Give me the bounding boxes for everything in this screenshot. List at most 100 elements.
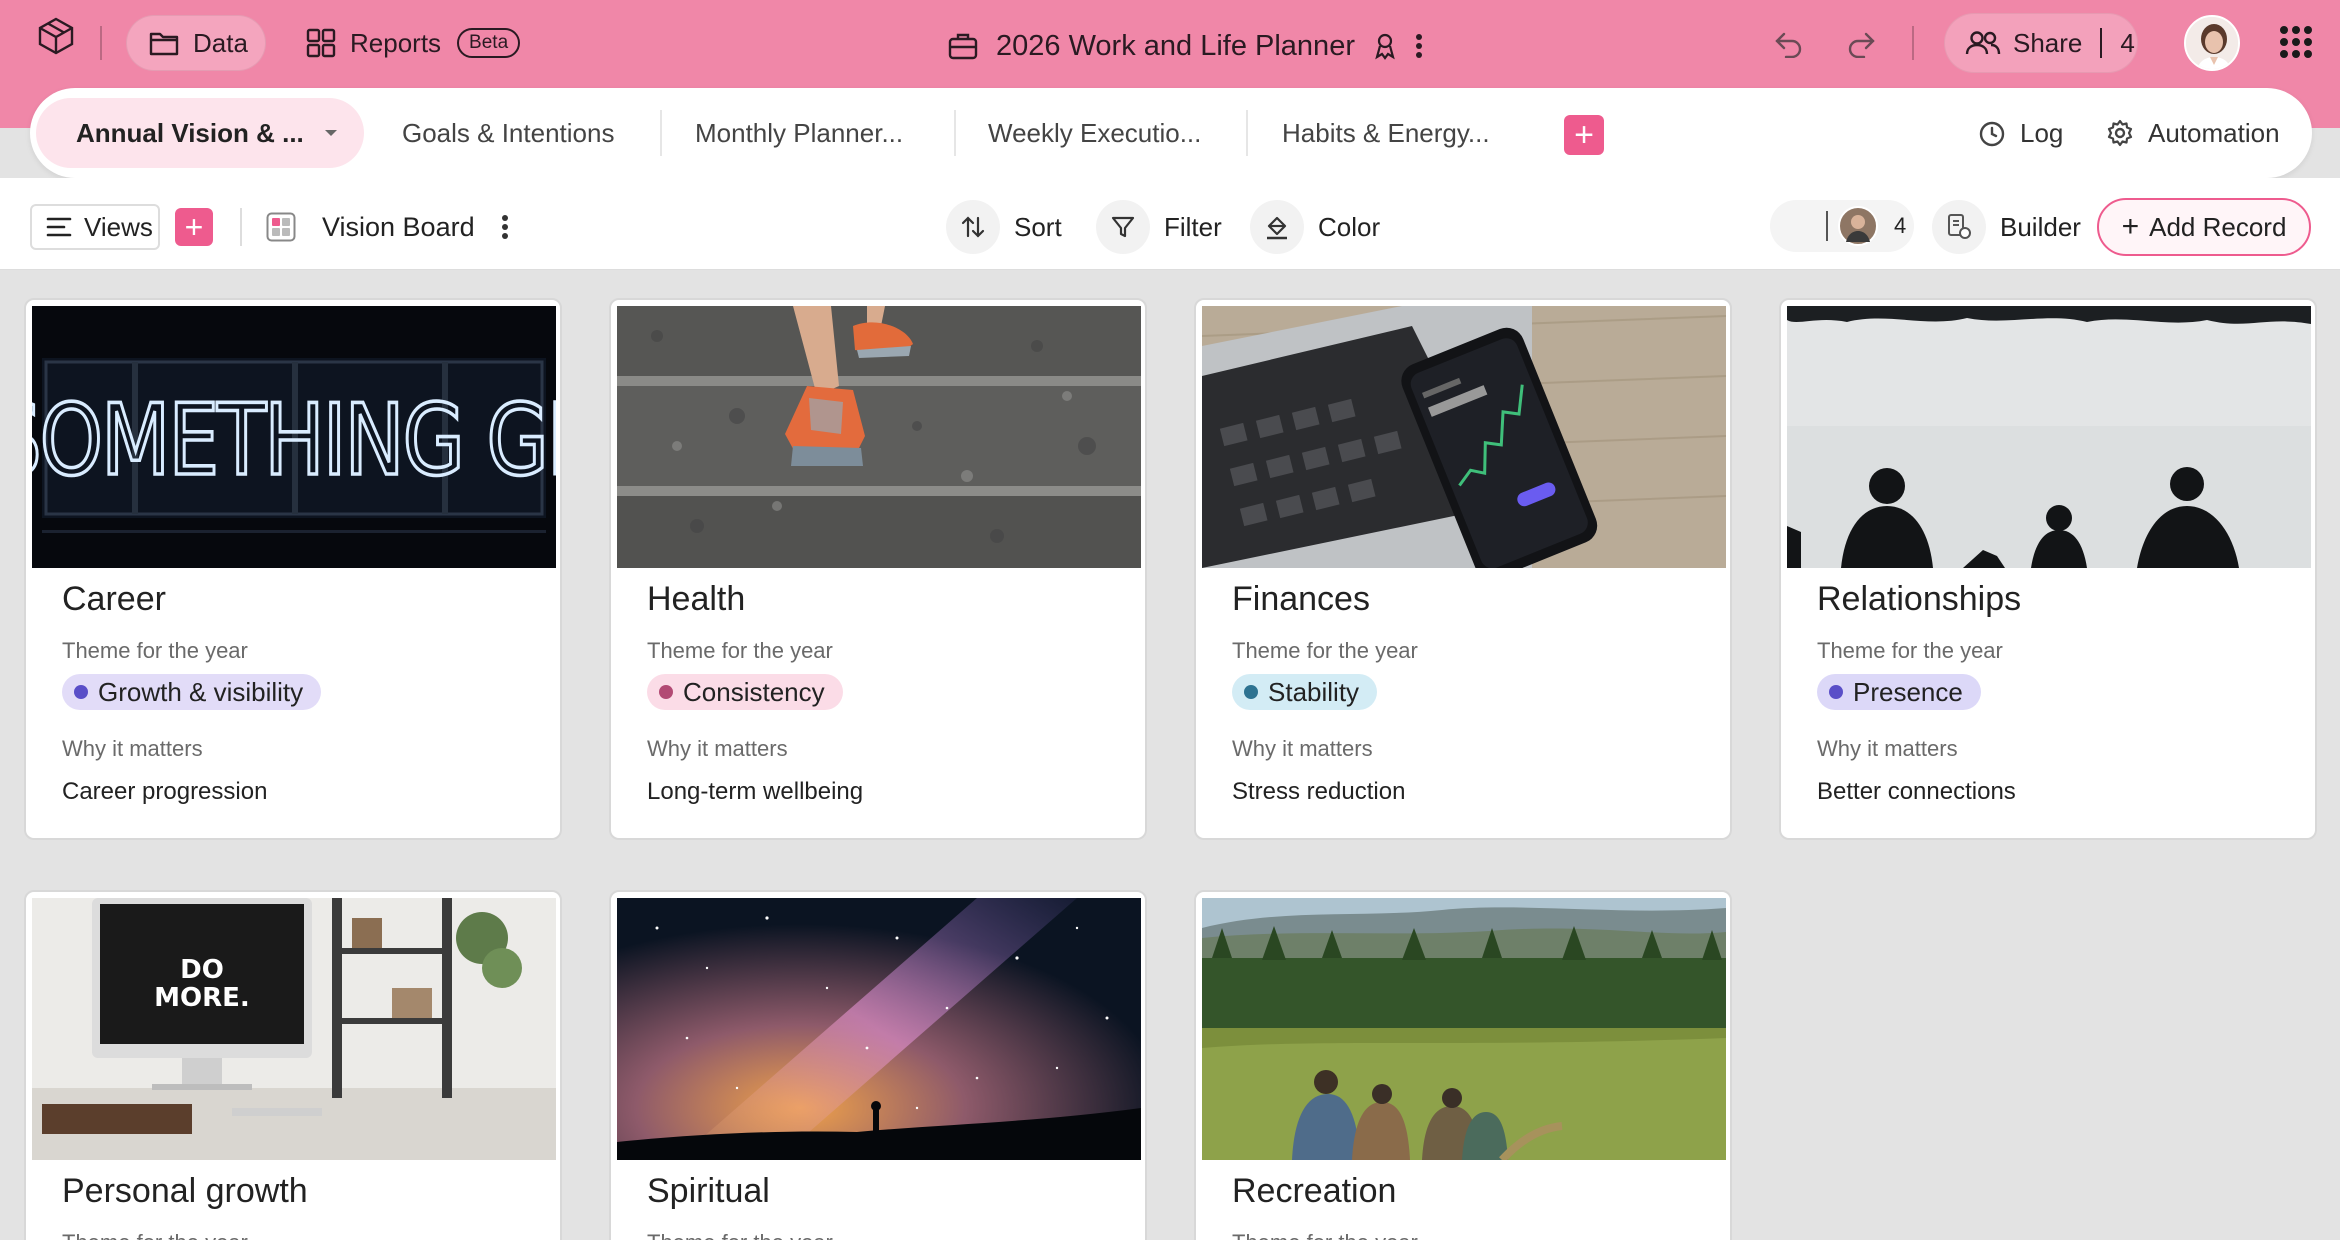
user-badge-icon[interactable] (1373, 32, 1397, 60)
card-title: Personal growth (62, 1172, 308, 1210)
theme-tag: Presence (1817, 674, 1981, 710)
paint-bucket-icon (1250, 200, 1304, 254)
add-record-button[interactable]: + Add Record (2097, 198, 2311, 256)
add-table-button[interactable]: + (1564, 115, 1604, 155)
why-value: Career progression (62, 778, 268, 805)
divider (1246, 110, 1248, 156)
field-label: Theme for the year (1232, 638, 1418, 663)
divider (954, 110, 956, 156)
gallery-card[interactable]: DO SOMETHING GREAT Career Theme for the … (24, 298, 562, 840)
card-cover-image (1787, 306, 2311, 568)
app: Data Reports Beta 2026 Work and Life Pla… (0, 0, 2340, 1240)
app-launcher-icon[interactable] (2280, 26, 2312, 58)
reports-label: Reports (350, 27, 442, 58)
more-options-icon[interactable] (501, 213, 509, 241)
field-label: Why it matters (62, 736, 203, 761)
field-label: Why it matters (1232, 736, 1373, 761)
clock-icon (1979, 121, 2005, 147)
field-label: Theme for the year (647, 1230, 833, 1240)
card-title: Spiritual (647, 1172, 770, 1210)
svg-text:DO: DO (180, 955, 224, 985)
document-title[interactable]: 2026 Work and Life Planner (948, 18, 1423, 74)
tab-label: Annual Vision & ... (76, 117, 304, 148)
gallery-card[interactable]: Finances Theme for the year Stability Wh… (1194, 298, 1732, 840)
tag-dot (1244, 685, 1258, 699)
card-title: Recreation (1232, 1172, 1397, 1210)
gallery-card[interactable]: Relationships Theme for the year Presenc… (1779, 298, 2317, 840)
theme-tag-label: Stability (1268, 676, 1360, 707)
tab-annual-vision[interactable]: Annual Vision & ... (36, 98, 364, 168)
automation-button[interactable]: Automation (2106, 88, 2280, 178)
views-label: Views (84, 211, 153, 242)
undo-icon[interactable] (1774, 30, 1804, 58)
builder-label: Builder (2000, 211, 2081, 242)
divider (2100, 28, 2103, 58)
field-label: Theme for the year (647, 638, 833, 663)
chevron-down-icon[interactable] (324, 128, 338, 138)
card-cover-image (617, 898, 1141, 1160)
field-label: Theme for the year (1817, 638, 2003, 663)
views-button[interactable]: Views (30, 204, 160, 250)
tab-habits-energy[interactable]: Habits & Energy... (1282, 88, 1490, 178)
gallery-card[interactable]: Health Theme for the year Consistency Wh… (609, 298, 1147, 840)
share-label: Share (2013, 27, 2083, 58)
current-view[interactable]: Vision Board (266, 204, 509, 250)
tab-goals[interactable]: Goals & Intentions (402, 88, 614, 178)
app-logo-icon[interactable] (36, 16, 76, 56)
tab-weekly-execution[interactable]: Weekly Executio... (988, 88, 1201, 178)
reports-tab-button[interactable]: Reports Beta (306, 15, 521, 71)
gallery-view-icon (266, 212, 296, 242)
field-label: Why it matters (1817, 736, 1958, 761)
data-tab-button[interactable]: Data (126, 15, 266, 71)
automation-label: Automation (2148, 117, 2280, 148)
card-cover-image: DO MORE. (32, 898, 556, 1160)
filter-button[interactable]: Filter (1096, 200, 1222, 254)
card-title: Finances (1232, 580, 1370, 618)
gallery-card[interactable]: Recreation Theme for the year (1194, 890, 1732, 1240)
sort-button[interactable]: Sort (946, 200, 1062, 254)
card-title: Relationships (1817, 580, 2022, 618)
card-cover-image (1202, 306, 1726, 568)
tag-dot (74, 685, 88, 699)
gallery-card[interactable]: Spiritual Theme for the year (609, 890, 1147, 1240)
theme-tag-label: Presence (1853, 676, 1963, 707)
svg-text:MORE.: MORE. (154, 983, 250, 1013)
divider (100, 26, 102, 60)
share-button[interactable]: Share 4 (1944, 13, 2138, 73)
filter-icon (1096, 200, 1150, 254)
sort-label: Sort (1014, 211, 1062, 242)
builder-button[interactable]: Builder (1932, 200, 2081, 254)
field-label: Why it matters (647, 736, 788, 761)
data-label: Data (193, 27, 248, 58)
add-record-label: Add Record (2149, 211, 2287, 242)
tab-monthly-planner[interactable]: Monthly Planner... (695, 88, 903, 178)
collaborators[interactable]: 4 (1770, 200, 1914, 252)
gear-icon (2107, 119, 2133, 147)
theme-tag: Consistency (647, 674, 843, 710)
redo-icon[interactable] (1846, 30, 1876, 58)
filter-label: Filter (1164, 211, 1222, 242)
card-cover-image (1202, 898, 1726, 1160)
collaborator-avatar (1838, 206, 1878, 246)
log-button[interactable]: Log (1978, 88, 2063, 178)
dashboard-grid-icon (306, 28, 336, 58)
view-toolbar: Views + Vision Board Sort Filter Color 4… (0, 178, 2340, 270)
table-tab-strip: Annual Vision & ... Goals & Intentions M… (30, 88, 2312, 178)
view-name-label: Vision Board (322, 211, 475, 242)
add-view-button[interactable]: + (175, 208, 213, 246)
gallery-card[interactable]: DO MORE. Personal growth Theme for the y… (24, 890, 562, 1240)
share-count: 4 (2120, 27, 2135, 58)
tag-dot (1829, 685, 1843, 699)
field-label: Theme for the year (1232, 1230, 1418, 1240)
collaborator-count: 4 (1894, 213, 1907, 238)
svg-text:DO SOMETHING GREAT: DO SOMETHING GREAT (32, 384, 556, 498)
field-label: Theme for the year (62, 1230, 248, 1240)
tab-label: Goals & Intentions (402, 117, 615, 148)
color-button[interactable]: Color (1250, 200, 1380, 254)
why-value: Better connections (1817, 778, 2016, 805)
user-avatar[interactable] (2184, 15, 2240, 71)
theme-tag: Stability (1232, 674, 1378, 710)
more-options-icon[interactable] (1415, 32, 1423, 60)
plus-icon: + (2121, 210, 2140, 243)
sort-icon (946, 200, 1000, 254)
